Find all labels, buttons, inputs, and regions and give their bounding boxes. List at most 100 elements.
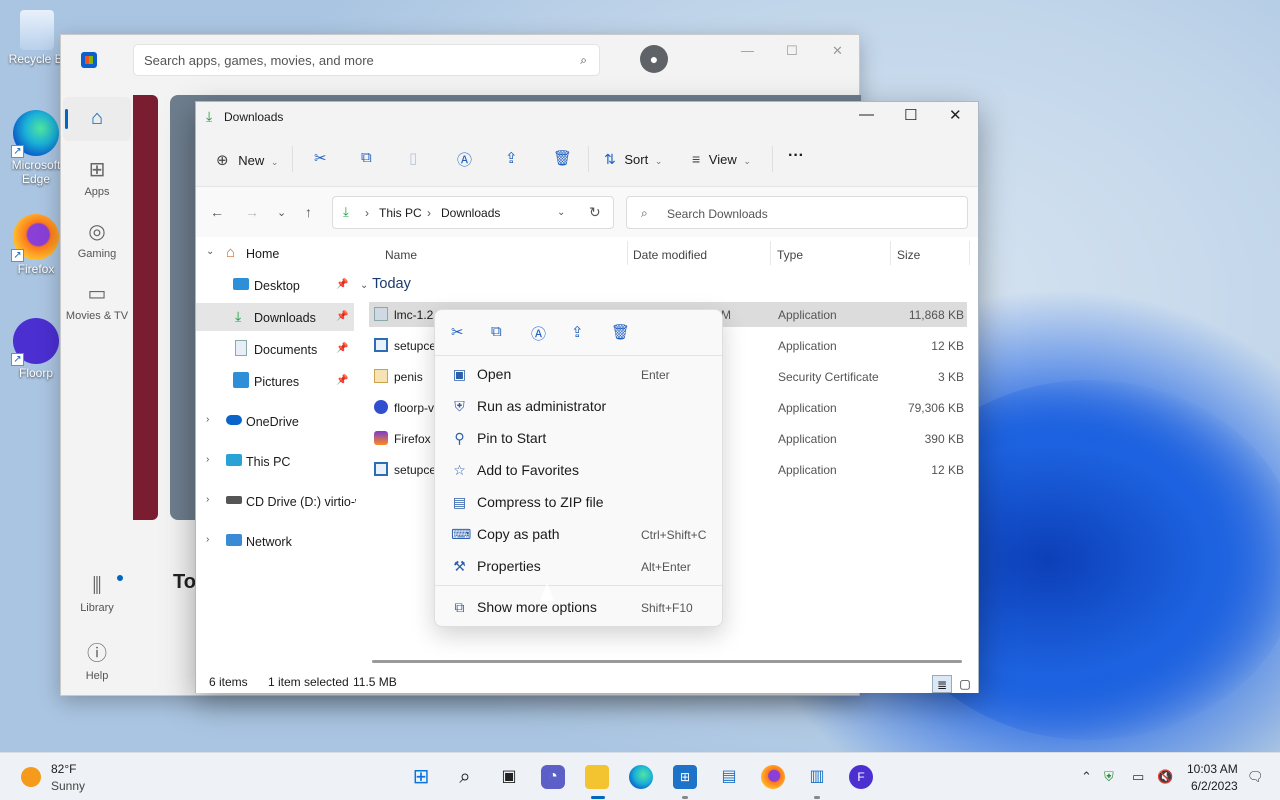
- chevron-down-icon[interactable]: ⌄: [206, 246, 214, 257]
- sidebar-label: Home: [246, 247, 280, 261]
- clock[interactable]: 10:03 AM 6/2/2023: [1187, 762, 1238, 793]
- cut-icon[interactable]: ✂: [314, 149, 327, 167]
- column-header-size[interactable]: Size: [897, 248, 920, 262]
- menu-item-open[interactable]: ▣ Open Enter: [441, 360, 717, 390]
- firefox-icon[interactable]: [761, 765, 785, 789]
- network-icon[interactable]: ▭: [1132, 769, 1144, 785]
- horizontal-scrollbar[interactable]: [372, 660, 962, 663]
- tray-overflow-icon[interactable]: ⌃: [1081, 769, 1092, 785]
- file-explorer-icon[interactable]: [585, 765, 609, 789]
- sun-icon[interactable]: [21, 767, 41, 787]
- search-icon[interactable]: ⌕: [453, 765, 477, 789]
- nav-library[interactable]: ⫼ Library: [63, 575, 131, 614]
- task-view-icon[interactable]: ▣: [497, 765, 521, 789]
- view-button[interactable]: ≡ View ⌄: [692, 151, 751, 167]
- notepad-icon[interactable]: ▥: [805, 765, 829, 789]
- account-avatar-icon[interactable]: ●: [640, 45, 668, 73]
- sidebar-item-cd-drive[interactable]: › CD Drive (D:) virtio-w: [196, 487, 356, 515]
- up-arrow-icon[interactable]: ↑: [305, 204, 312, 220]
- minimize-icon[interactable]: —: [741, 43, 754, 58]
- paste-icon[interactable]: ▯: [409, 149, 417, 167]
- minimize-icon[interactable]: —: [859, 106, 874, 123]
- store-search-input[interactable]: Search apps, games, movies, and more ⌕: [133, 44, 600, 76]
- sidebar-item-pictures[interactable]: Pictures 📌: [196, 367, 354, 395]
- sidebar-item-network[interactable]: › Network: [196, 527, 354, 555]
- nav-gaming[interactable]: ◎ Gaming: [63, 219, 131, 260]
- close-icon[interactable]: ✕: [832, 43, 843, 59]
- share-icon[interactable]: ⇪: [571, 323, 584, 341]
- sidebar-item-documents[interactable]: Documents 📌: [196, 335, 354, 363]
- column-divider[interactable]: [969, 241, 970, 265]
- chevron-right-icon[interactable]: ›: [206, 414, 209, 425]
- start-icon[interactable]: ⊞: [409, 765, 433, 789]
- weather-temp[interactable]: 82°F: [51, 762, 76, 776]
- security-icon[interactable]: ⛨: [1104, 769, 1114, 785]
- sidebar-item-desktop[interactable]: Desktop 📌: [196, 271, 354, 299]
- share-icon[interactable]: ⇪: [505, 149, 518, 167]
- explorer-toolbar: ⊕ New ⌄ ✂ ⧉ ▯ Ⓐ ⇪ 🗑 ⇅ Sort ⌄ ≡ View ⌄ ··…: [196, 132, 978, 187]
- menu-item-pin-to-start[interactable]: ⚲ Pin to Start: [441, 424, 717, 454]
- menu-item-properties[interactable]: ⚒ Properties Alt+Enter: [441, 552, 717, 582]
- column-divider[interactable]: [890, 241, 891, 265]
- nav-movies[interactable]: ▭ Movies & TV: [63, 281, 131, 322]
- chevron-down-icon[interactable]: ⌄: [557, 207, 565, 218]
- column-header-type[interactable]: Type: [777, 248, 803, 262]
- group-header-today[interactable]: ⌄ Today: [360, 276, 411, 292]
- cut-icon[interactable]: ✂: [451, 323, 464, 341]
- maximize-icon[interactable]: ☐: [786, 43, 798, 59]
- menu-item-add-to-favorites[interactable]: ☆ Add to Favorites: [441, 456, 717, 486]
- rename-icon[interactable]: Ⓐ: [457, 149, 472, 170]
- nav-help[interactable]: ⓘ Help: [63, 637, 131, 682]
- search-downloads-input[interactable]: ⌕ Search Downloads: [626, 196, 968, 229]
- column-header-name[interactable]: Name: [385, 248, 417, 262]
- new-button[interactable]: ⊕ New ⌄: [216, 151, 278, 169]
- search-icon[interactable]: ⌕: [580, 53, 587, 68]
- menu-item-show-more-options[interactable]: ⧉ Show more options Shift+F10: [441, 593, 717, 623]
- forward-arrow-icon[interactable]: →: [245, 204, 259, 220]
- tiles-view-icon[interactable]: ▢: [955, 675, 975, 693]
- copy-icon[interactable]: ⧉: [361, 149, 372, 166]
- floorp-icon[interactable]: F: [849, 765, 873, 789]
- nav-home[interactable]: ⌂: [63, 97, 131, 141]
- chevron-right-icon[interactable]: ›: [206, 494, 209, 505]
- sidebar-item-onedrive[interactable]: › OneDrive: [196, 407, 354, 435]
- back-arrow-icon[interactable]: ←: [210, 204, 224, 220]
- chevron-right-icon[interactable]: ›: [206, 534, 209, 545]
- menu-item-run-as-admin[interactable]: ⛨ Run as administrator: [441, 392, 717, 422]
- sidebar-item-home[interactable]: ⌄ ⌂ Home: [196, 239, 354, 267]
- nav-apps[interactable]: ⊞ Apps: [63, 157, 131, 198]
- menu-item-copy-as-path[interactable]: ⌨ Copy as path Ctrl+Shift+C: [441, 520, 717, 550]
- notification-icon[interactable]: 🗨: [1247, 769, 1264, 785]
- menu-item-compress-zip[interactable]: ▤ Compress to ZIP file: [441, 488, 717, 518]
- chevron-right-icon[interactable]: ›: [206, 454, 209, 465]
- details-view-icon[interactable]: ≣: [932, 675, 952, 693]
- volume-muted-icon[interactable]: 🔇: [1157, 769, 1173, 785]
- more-options-button[interactable]: ···: [788, 147, 804, 165]
- close-icon[interactable]: ✕: [949, 106, 962, 124]
- column-divider[interactable]: [627, 241, 628, 265]
- edge-icon[interactable]: [629, 765, 653, 789]
- breadcrumb-downloads[interactable]: Downloads: [441, 206, 500, 220]
- maximize-icon[interactable]: ☐: [904, 106, 917, 124]
- address-bar[interactable]: ⤓ › This PC › Downloads ⌄ ↻: [332, 196, 614, 229]
- application-file-icon: [374, 338, 388, 352]
- weather-condition[interactable]: Sunny: [51, 779, 85, 793]
- sort-button[interactable]: ⇅ Sort ⌄: [604, 151, 662, 168]
- column-header-date[interactable]: Date modified: [633, 248, 707, 262]
- column-divider[interactable]: [770, 241, 771, 265]
- group-label: Today: [372, 276, 411, 292]
- chat-icon[interactable]: ◔: [541, 765, 565, 789]
- remote-desktop-icon[interactable]: ▤: [717, 765, 741, 789]
- refresh-icon[interactable]: ↻: [589, 204, 601, 221]
- delete-icon[interactable]: 🗑: [611, 323, 630, 341]
- hero-banner-left[interactable]: [133, 95, 158, 520]
- rename-icon[interactable]: Ⓐ: [531, 323, 546, 344]
- sidebar-item-this-pc[interactable]: › This PC: [196, 447, 354, 475]
- sidebar-item-downloads[interactable]: ⤓ Downloads 📌: [196, 303, 354, 331]
- store-icon[interactable]: ⊞: [673, 765, 697, 789]
- copy-icon[interactable]: ⧉: [491, 323, 502, 340]
- breadcrumb-this-pc[interactable]: This PC: [379, 206, 422, 220]
- delete-icon[interactable]: 🗑: [553, 149, 572, 167]
- recent-chevron-icon[interactable]: ⌄: [277, 206, 286, 219]
- clock-time: 10:03 AM: [1187, 762, 1238, 776]
